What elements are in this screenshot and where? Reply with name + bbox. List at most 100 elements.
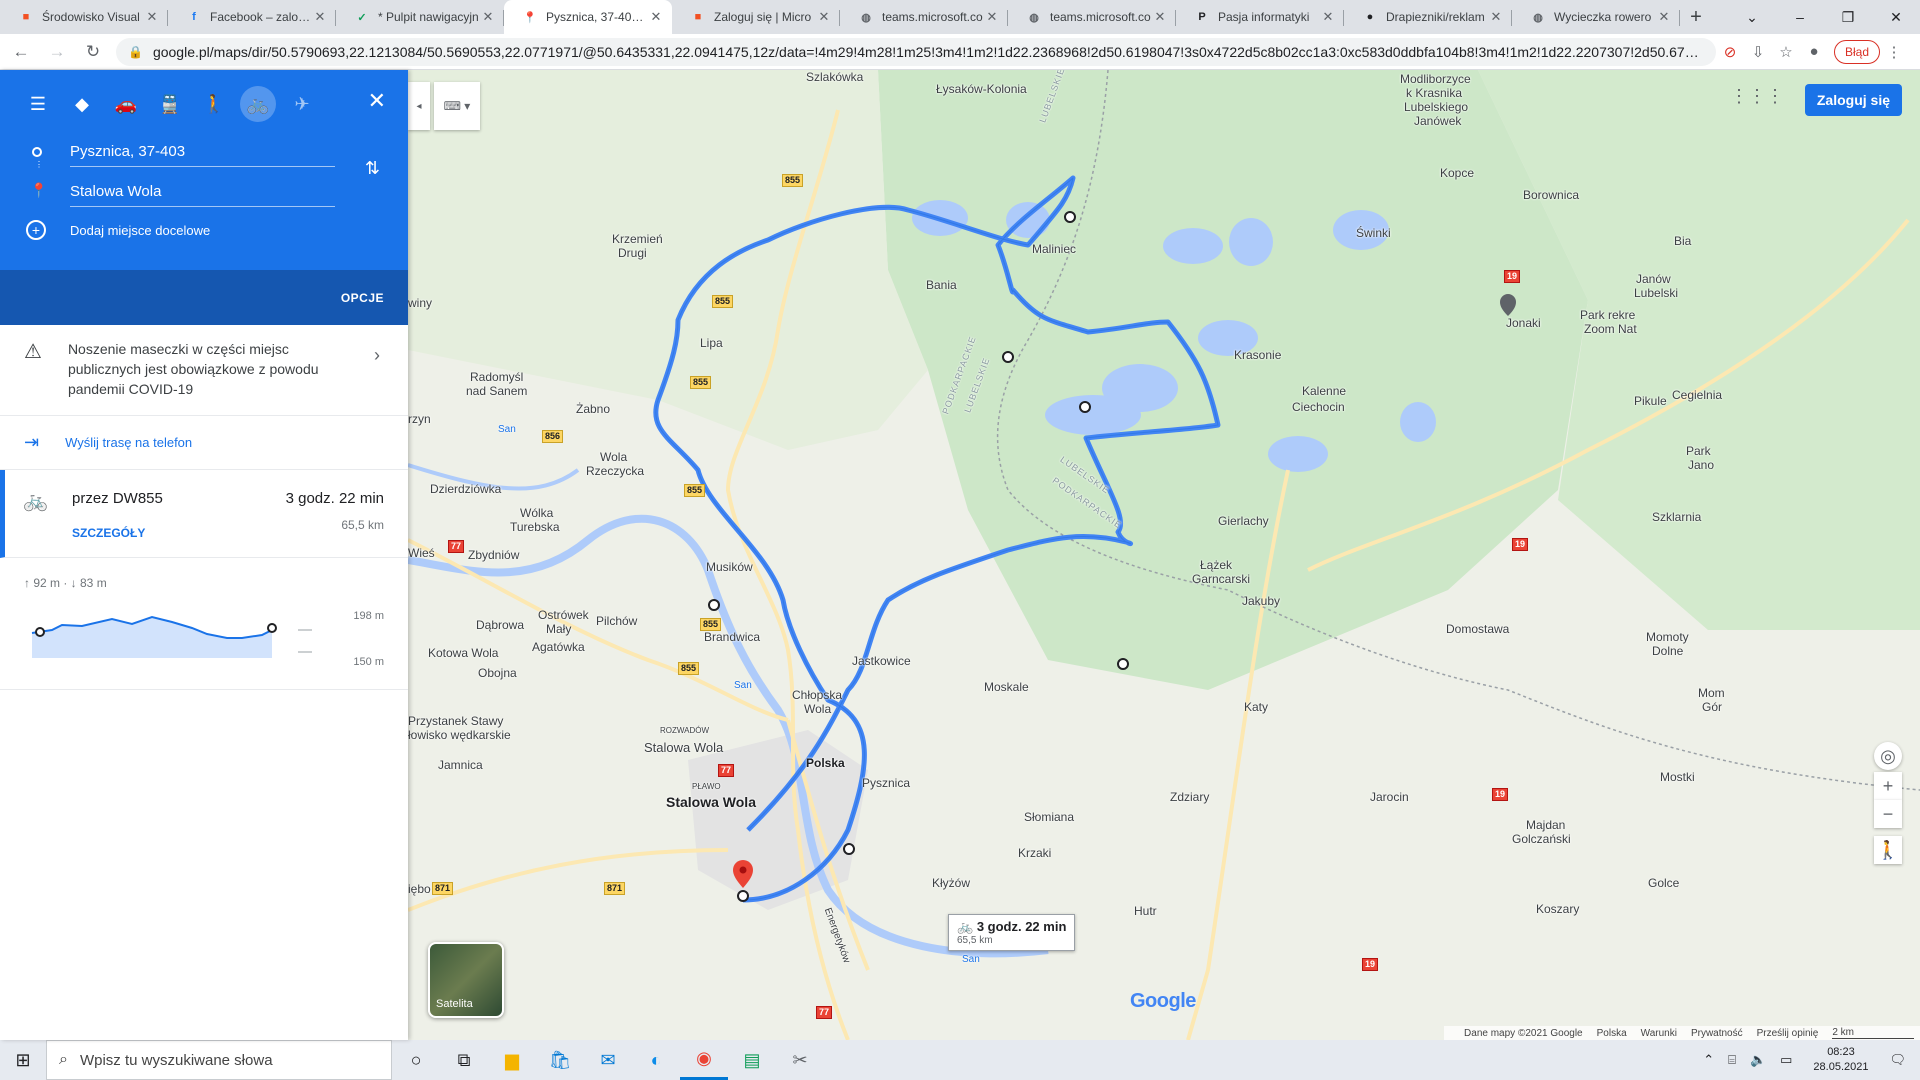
options-button[interactable]: OPCJE [341, 291, 384, 305]
map-label: Kalenne [1302, 384, 1347, 398]
notifications-icon[interactable]: 🗨 [1889, 1052, 1906, 1068]
close-tab-icon[interactable]: ✕ [816, 9, 832, 25]
close-tab-icon[interactable]: ✕ [1152, 9, 1168, 25]
close-tab-icon[interactable]: ✕ [312, 9, 328, 25]
minimize-button[interactable]: – [1776, 0, 1824, 34]
keyboard-button[interactable]: ⌨ ▾ [434, 82, 480, 130]
snipping-tool-icon[interactable]: ✂ [776, 1040, 824, 1080]
volume-icon[interactable]: 🔈 [1750, 1052, 1766, 1068]
network-icon[interactable]: ⌸ [1728, 1052, 1736, 1068]
display-icon[interactable]: ▭ [1780, 1052, 1792, 1068]
chevron-up-icon[interactable]: ⌃ [1703, 1052, 1714, 1068]
map-label: Krasonie [1234, 348, 1282, 362]
apps-grid-icon[interactable]: ⋮⋮⋮ [1730, 86, 1784, 107]
map-canvas[interactable]: PODKARPACKIE LUBELSKIE PODKARPACKIE LUBE… [408, 70, 1920, 1040]
car-icon[interactable]: 🚗 [104, 84, 148, 124]
clock[interactable]: 08:23 28.05.2021 [1813, 1045, 1868, 1075]
profile-avatar-icon[interactable]: ● [1800, 38, 1828, 66]
close-tab-icon[interactable]: ✕ [1656, 9, 1672, 25]
close-tab-icon[interactable]: ✕ [144, 9, 160, 25]
error-button[interactable]: Błąd [1834, 39, 1881, 64]
transit-icon[interactable]: 🚆 [148, 84, 192, 124]
send-to-phone-button[interactable]: ⇥ Wyślij trasę na telefon [0, 416, 408, 470]
browser-tab[interactable]: ✓ * Pulpit nawigacyjn ✕ [336, 0, 504, 34]
road-shield: 855 [700, 618, 722, 631]
maximize-button[interactable]: ❐ [1824, 0, 1872, 34]
tab-title: Pysznica, 37-403 d [546, 10, 648, 24]
close-tab-icon[interactable]: ✕ [984, 9, 1000, 25]
forward-button[interactable]: → [42, 37, 72, 67]
bookmark-star-icon[interactable]: ☆ [1772, 38, 1800, 66]
back-button[interactable]: ← [6, 37, 36, 67]
taskbar-search[interactable]: ⌕ Wpisz tu wyszukiwane słowa [46, 1040, 392, 1080]
close-tab-icon[interactable]: ✕ [1488, 9, 1504, 25]
walk-icon[interactable]: 🚶 [192, 84, 236, 124]
browser-tab[interactable]: ● Drapiezniki/reklam ✕ [1344, 0, 1512, 34]
browser-tab[interactable]: ◍ Wycieczka rowero ✕ [1512, 0, 1680, 34]
windows-start-icon[interactable]: ⊞ [0, 1040, 46, 1080]
swap-icon[interactable]: ⇅ [365, 158, 380, 179]
browser-tab[interactable]: ◍ teams.microsoft.co ✕ [840, 0, 1008, 34]
close-window-button[interactable]: ✕ [1872, 0, 1920, 34]
install-icon[interactable]: ⇩ [1744, 38, 1772, 66]
tab-search-icon[interactable]: ⌄ [1728, 0, 1776, 34]
pegman-icon[interactable]: 🚶 [1874, 836, 1902, 864]
sign-in-button[interactable]: Zaloguj się [1804, 84, 1902, 116]
map-label: Stalowa Wola [666, 794, 756, 810]
close-tab-icon[interactable]: ✕ [1320, 9, 1336, 25]
browser-tab[interactable]: 📍 Pysznica, 37-403 d ✕ [504, 0, 672, 34]
tab-title: Pasja informatyki [1218, 10, 1310, 24]
map-label: rzyn [408, 412, 431, 426]
menu-dots-icon[interactable]: ⋮ [1880, 38, 1908, 66]
feedback-link[interactable]: Prześlij opinię [1757, 1028, 1819, 1039]
road-shield: 19 [1362, 958, 1379, 971]
browser-tab[interactable]: P Pasja informatyki ✕ [1176, 0, 1344, 34]
cortana-icon[interactable]: ○ [392, 1040, 440, 1080]
chrome-icon[interactable]: ◉ [680, 1040, 728, 1080]
destination-input[interactable]: Stalowa Wola [70, 183, 335, 207]
country-link[interactable]: Polska [1597, 1028, 1627, 1039]
zoom-out-button[interactable]: − [1874, 800, 1902, 828]
address-bar[interactable]: 🔒 google.pl/maps/dir/50.5790693,22.12130… [116, 37, 1716, 66]
task-view-icon[interactable]: ⧉ [440, 1040, 488, 1080]
bicycle-icon[interactable]: 🚲 [240, 86, 276, 122]
browser-tab[interactable]: f Facebook – zaloguj ✕ [168, 0, 336, 34]
zoom-in-button[interactable]: + [1874, 772, 1902, 800]
map-label: ROZWADÓW [660, 726, 710, 735]
scale-bar[interactable]: 2 km [1832, 1027, 1914, 1039]
browser-tab[interactable]: ◍ teams.microsoft.co ✕ [1008, 0, 1176, 34]
browser-tab[interactable]: ■ Zaloguj się | Micro ✕ [672, 0, 840, 34]
best-route-icon[interactable]: ◆ [60, 84, 104, 124]
browser-tab[interactable]: ■ Środowisko Visual ✕ [0, 0, 168, 34]
close-directions-button[interactable]: ✕ [368, 88, 386, 114]
reload-button[interactable]: ↻ [78, 37, 108, 67]
close-tab-icon[interactable]: ✕ [480, 9, 496, 25]
mail-icon[interactable]: ✉ [584, 1040, 632, 1080]
route-option[interactable]: 🚲 przez DW855 3 godz. 22 min 65,5 km SZC… [0, 470, 408, 558]
collapse-panel-button[interactable]: ◂ [408, 82, 430, 130]
covid-alert[interactable]: ⚠ Noszenie maseczki w części miejsc publ… [0, 325, 408, 416]
lake [1163, 228, 1223, 264]
file-explorer-icon[interactable]: ▆ [488, 1040, 536, 1080]
privacy-link[interactable]: Prywatność [1691, 1028, 1743, 1039]
notepad-icon[interactable]: ▤ [728, 1040, 776, 1080]
close-tab-icon[interactable]: ✕ [648, 9, 664, 25]
blocked-icon[interactable]: ⊘ [1716, 38, 1744, 66]
satellite-toggle[interactable]: Satelita [428, 942, 504, 1018]
route-info-card[interactable]: 🚲 3 godz. 22 min 65,5 km [948, 914, 1076, 951]
details-link[interactable]: SZCZEGÓŁY [72, 526, 145, 540]
map-label: Krzemień [612, 232, 663, 246]
travel-mode-bar: ☰ ◆ 🚗 🚆 🚶 🚲 ✈ [16, 84, 324, 124]
terms-link[interactable]: Warunki [1641, 1028, 1677, 1039]
lock-icon[interactable]: 🔒 [128, 45, 143, 59]
waypoint [737, 890, 749, 902]
origin-input[interactable]: Pysznica, 37-403 [70, 143, 335, 167]
flight-icon[interactable]: ✈ [280, 84, 324, 124]
add-destination-button[interactable]: + Dodaj miejsce docelowe [26, 220, 210, 240]
my-location-button[interactable]: ◎ [1874, 742, 1902, 770]
edge-icon[interactable]: ◐ [632, 1040, 680, 1080]
menu-icon[interactable]: ☰ [16, 84, 60, 124]
store-icon[interactable]: 🛍 [536, 1040, 584, 1080]
map-label: Łysaków-Kolonia [936, 82, 1027, 96]
new-tab-button[interactable]: + [1680, 0, 1712, 34]
